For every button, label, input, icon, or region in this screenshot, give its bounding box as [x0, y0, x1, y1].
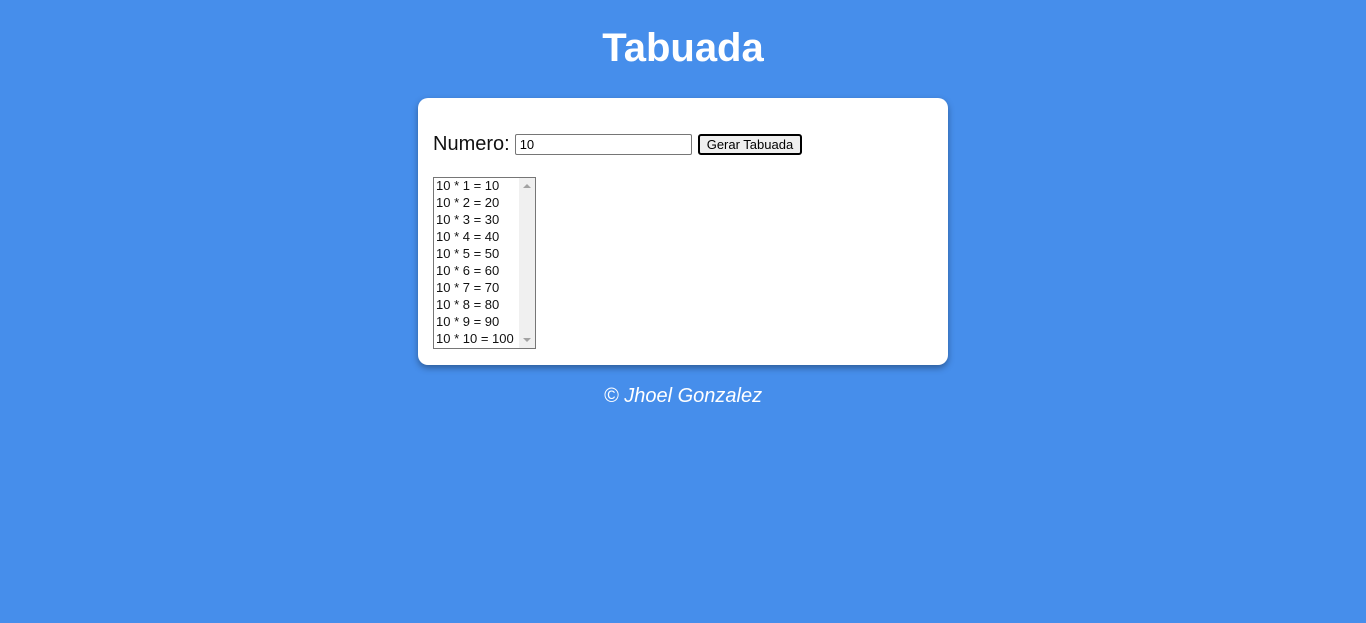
number-form: Numero: Gerar Tabuada: [433, 132, 803, 156]
results-items: 10 * 1 = 10 10 * 2 = 20 10 * 3 = 30 10 *…: [434, 178, 519, 348]
results-listbox[interactable]: 10 * 1 = 10 10 * 2 = 20 10 * 3 = 30 10 *…: [433, 177, 536, 349]
scroll-down-button[interactable]: [519, 332, 535, 348]
generate-table-button[interactable]: Gerar Tabuada: [697, 133, 803, 155]
list-item[interactable]: 10 * 5 = 50: [434, 246, 519, 263]
list-item[interactable]: 10 * 3 = 30: [434, 212, 519, 229]
page-title: Tabuada: [602, 26, 764, 70]
triangle-down-icon: [523, 338, 531, 342]
list-item[interactable]: 10 * 2 = 20: [434, 195, 519, 212]
list-item[interactable]: 10 * 7 = 70: [434, 280, 519, 297]
number-input[interactable]: [514, 133, 692, 155]
footer-credit: © Jhoel Gonzalez: [603, 385, 763, 407]
list-item[interactable]: 10 * 8 = 80: [434, 297, 519, 314]
list-item[interactable]: 10 * 10 = 100: [434, 331, 519, 348]
number-label: Numero:: [433, 133, 510, 155]
scroll-up-button[interactable]: [519, 178, 535, 194]
triangle-up-icon: [523, 184, 531, 188]
list-item[interactable]: 10 * 9 = 90: [434, 314, 519, 331]
list-item[interactable]: 10 * 1 = 10: [434, 178, 519, 195]
list-item[interactable]: 10 * 6 = 60: [434, 263, 519, 280]
results-scrollbar[interactable]: [519, 178, 535, 348]
tabuada-card: Numero: Gerar Tabuada 10 * 1 = 10 10 * 2…: [418, 98, 948, 365]
list-item[interactable]: 10 * 4 = 40: [434, 229, 519, 246]
